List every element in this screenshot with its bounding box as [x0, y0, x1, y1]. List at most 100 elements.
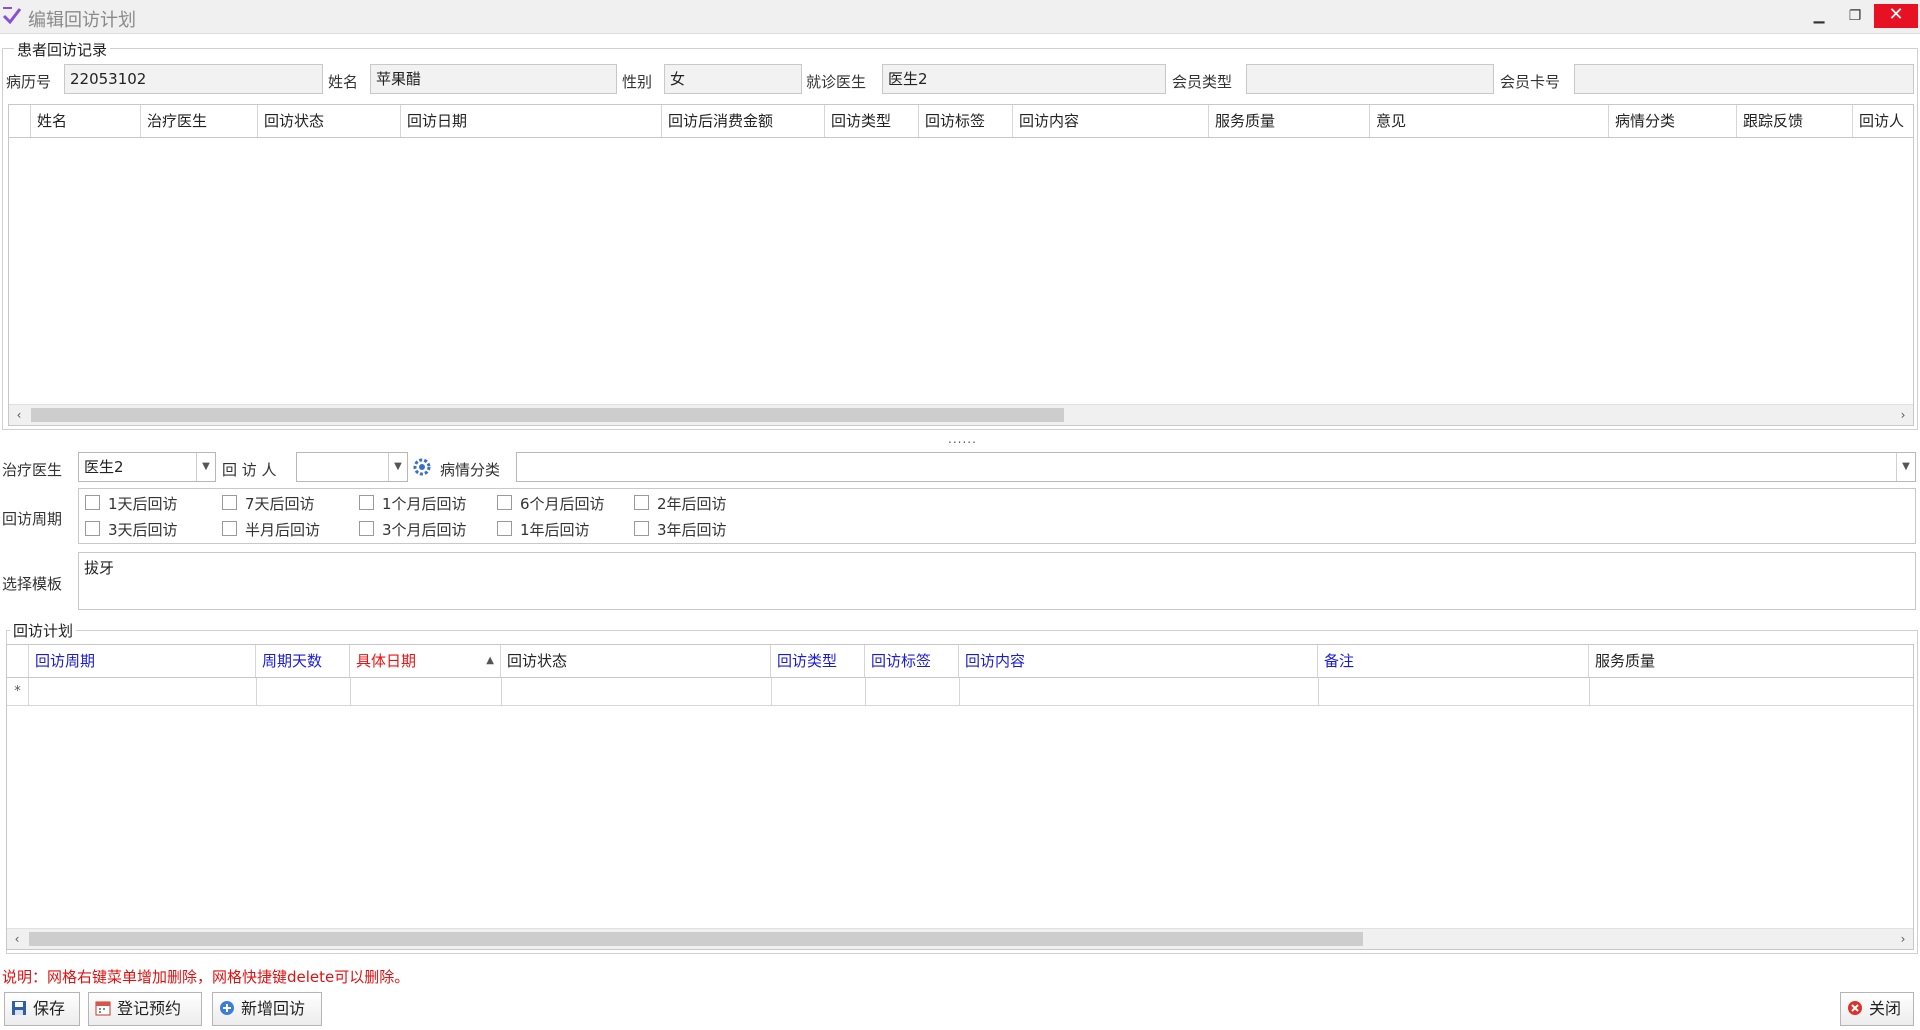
doctor-label: 就诊医生: [806, 73, 867, 91]
plan-legend: 回访计划: [10, 620, 77, 641]
chevron-down-icon[interactable]: ▼: [388, 453, 407, 481]
period-checkbox[interactable]: 3个月后回访: [359, 519, 467, 540]
column-header[interactable]: 回访标签: [865, 645, 959, 677]
column-header[interactable]: 备注: [1318, 645, 1589, 677]
treat-doctor-select[interactable]: 医生2 ▼: [78, 452, 216, 482]
splitter-handle[interactable]: ......: [948, 432, 977, 446]
cell-divider: [959, 678, 960, 706]
horizontal-scrollbar[interactable]: ‹ ›: [7, 928, 1913, 949]
scroll-left-icon[interactable]: ‹: [9, 405, 29, 425]
column-header[interactable]: 回访内容: [1013, 105, 1209, 137]
member-card-field[interactable]: [1574, 64, 1914, 94]
period-checkbox[interactable]: 1天后回访: [85, 493, 178, 514]
member-type-field[interactable]: [1246, 64, 1494, 94]
period-checkbox[interactable]: 半月后回访: [222, 519, 320, 540]
column-header[interactable]: 回访后消费金额: [662, 105, 825, 137]
column-header[interactable]: 跟踪反馈: [1737, 105, 1853, 137]
add-visit-button[interactable]: 新增回访: [212, 992, 322, 1026]
checkbox-icon[interactable]: [85, 521, 100, 536]
period-checkbox[interactable]: 2年后回访: [634, 493, 727, 514]
column-header[interactable]: 回访状态: [258, 105, 401, 137]
cell-divider: [771, 678, 772, 706]
record-no-field[interactable]: 22053102: [64, 64, 323, 94]
period-checkbox[interactable]: 1个月后回访: [359, 493, 467, 514]
chevron-down-icon[interactable]: ▼: [196, 453, 215, 481]
visit-record-grid[interactable]: 姓名 治疗医生 回访状态 回访日期 回访后消费金额 回访类型 回访标签 回访内容…: [8, 104, 1914, 426]
calendar-icon: [95, 995, 111, 1016]
doctor-field[interactable]: 医生2: [882, 64, 1166, 94]
member-card-label: 会员卡号: [1500, 73, 1561, 91]
name-field[interactable]: 苹果醋: [370, 64, 617, 94]
period-checkbox[interactable]: 7天后回访: [222, 493, 315, 514]
row-header-corner: [7, 645, 29, 677]
column-header[interactable]: 病情分类: [1609, 105, 1737, 137]
column-header[interactable]: 周期天数: [256, 645, 350, 677]
close-icon[interactable]: ✕: [1874, 4, 1918, 28]
condition-select[interactable]: ▼: [516, 452, 1916, 482]
checkbox-icon[interactable]: [359, 495, 374, 510]
checkbox-icon[interactable]: [222, 495, 237, 510]
record-no-label: 病历号: [6, 73, 52, 91]
period-checkbox-panel: 1天后回访 7天后回访 1个月后回访 6个月后回访 2年后回访 3天后回访 半月…: [78, 488, 1916, 544]
checkbox-icon[interactable]: [359, 521, 374, 536]
column-header[interactable]: 姓名: [31, 105, 141, 137]
treat-doctor-label: 治疗医生: [2, 461, 63, 479]
column-header[interactable]: 服务质量: [1209, 105, 1370, 137]
scrollbar-thumb[interactable]: [29, 932, 1363, 946]
floppy-disk-icon: [11, 995, 27, 1015]
treat-doctor-value: 医生2: [84, 458, 124, 476]
scroll-right-icon[interactable]: ›: [1893, 929, 1913, 949]
row-header-corner: [9, 105, 31, 137]
checkbox-icon[interactable]: [497, 495, 512, 510]
restore-icon[interactable]: ❐: [1838, 4, 1872, 28]
column-header[interactable]: 回访周期: [29, 645, 256, 677]
new-row[interactable]: *: [7, 678, 1913, 706]
close-button[interactable]: 关闭: [1840, 992, 1914, 1026]
column-header-text: 具体日期: [356, 652, 417, 670]
period-checkbox[interactable]: 6个月后回访: [497, 493, 605, 514]
checkbox-icon[interactable]: [222, 521, 237, 536]
template-label: 选择模板: [2, 575, 63, 593]
title-bar: 编辑回访计划 ▁ ❐ ✕: [0, 0, 1920, 34]
scroll-left-icon[interactable]: ‹: [7, 929, 27, 949]
help-note: 说明：网格右键菜单增加删除，网格快捷键delete可以删除。: [2, 968, 410, 986]
column-header[interactable]: 回访标签: [919, 105, 1013, 137]
gender-field[interactable]: 女: [664, 64, 802, 94]
minimize-icon[interactable]: ▁: [1802, 4, 1836, 28]
column-header[interactable]: 回访日期: [401, 105, 662, 137]
gear-icon[interactable]: [410, 455, 434, 479]
checkbox-icon[interactable]: [634, 521, 649, 536]
column-header[interactable]: 服务质量: [1589, 645, 1913, 677]
scroll-right-icon[interactable]: ›: [1893, 405, 1913, 425]
template-textarea[interactable]: 拔牙: [78, 552, 1916, 610]
scrollbar-thumb[interactable]: [31, 408, 1064, 422]
column-header[interactable]: 回访人: [1853, 105, 1913, 137]
chevron-down-icon[interactable]: ▼: [1896, 453, 1915, 481]
column-header[interactable]: 具体日期 ▲: [350, 645, 501, 677]
visitor-select[interactable]: ▼: [296, 452, 408, 482]
column-header[interactable]: 回访类型: [825, 105, 919, 137]
column-header[interactable]: 治疗医生: [141, 105, 258, 137]
save-button[interactable]: 保存: [4, 992, 80, 1026]
grid-header: 姓名 治疗医生 回访状态 回访日期 回访后消费金额 回访类型 回访标签 回访内容…: [9, 105, 1913, 138]
checkbox-icon[interactable]: [85, 495, 100, 510]
register-appointment-button[interactable]: 登记预约: [88, 992, 202, 1026]
patient-record-legend: 患者回访记录: [14, 39, 111, 60]
visit-plan-grid[interactable]: 回访周期 周期天数 具体日期 ▲ 回访状态 回访类型 回访标签 回访内容 备注 …: [6, 644, 1914, 950]
period-label: 回访周期: [2, 510, 63, 528]
cell-divider: [1318, 678, 1319, 706]
period-checkbox[interactable]: 1年后回访: [497, 519, 590, 540]
period-checkbox[interactable]: 3天后回访: [85, 519, 178, 540]
column-header[interactable]: 回访类型: [771, 645, 865, 677]
horizontal-scrollbar[interactable]: ‹ ›: [9, 404, 1913, 425]
condition-label: 病情分类: [440, 461, 501, 479]
name-label: 姓名: [328, 73, 359, 91]
checkbox-icon[interactable]: [497, 521, 512, 536]
new-row-marker: *: [7, 678, 29, 706]
period-checkbox[interactable]: 3年后回访: [634, 519, 727, 540]
plus-circle-icon: [219, 995, 235, 1015]
column-header[interactable]: 回访状态: [501, 645, 771, 677]
column-header[interactable]: 意见: [1370, 105, 1609, 137]
checkbox-icon[interactable]: [634, 495, 649, 510]
column-header[interactable]: 回访内容: [959, 645, 1318, 677]
